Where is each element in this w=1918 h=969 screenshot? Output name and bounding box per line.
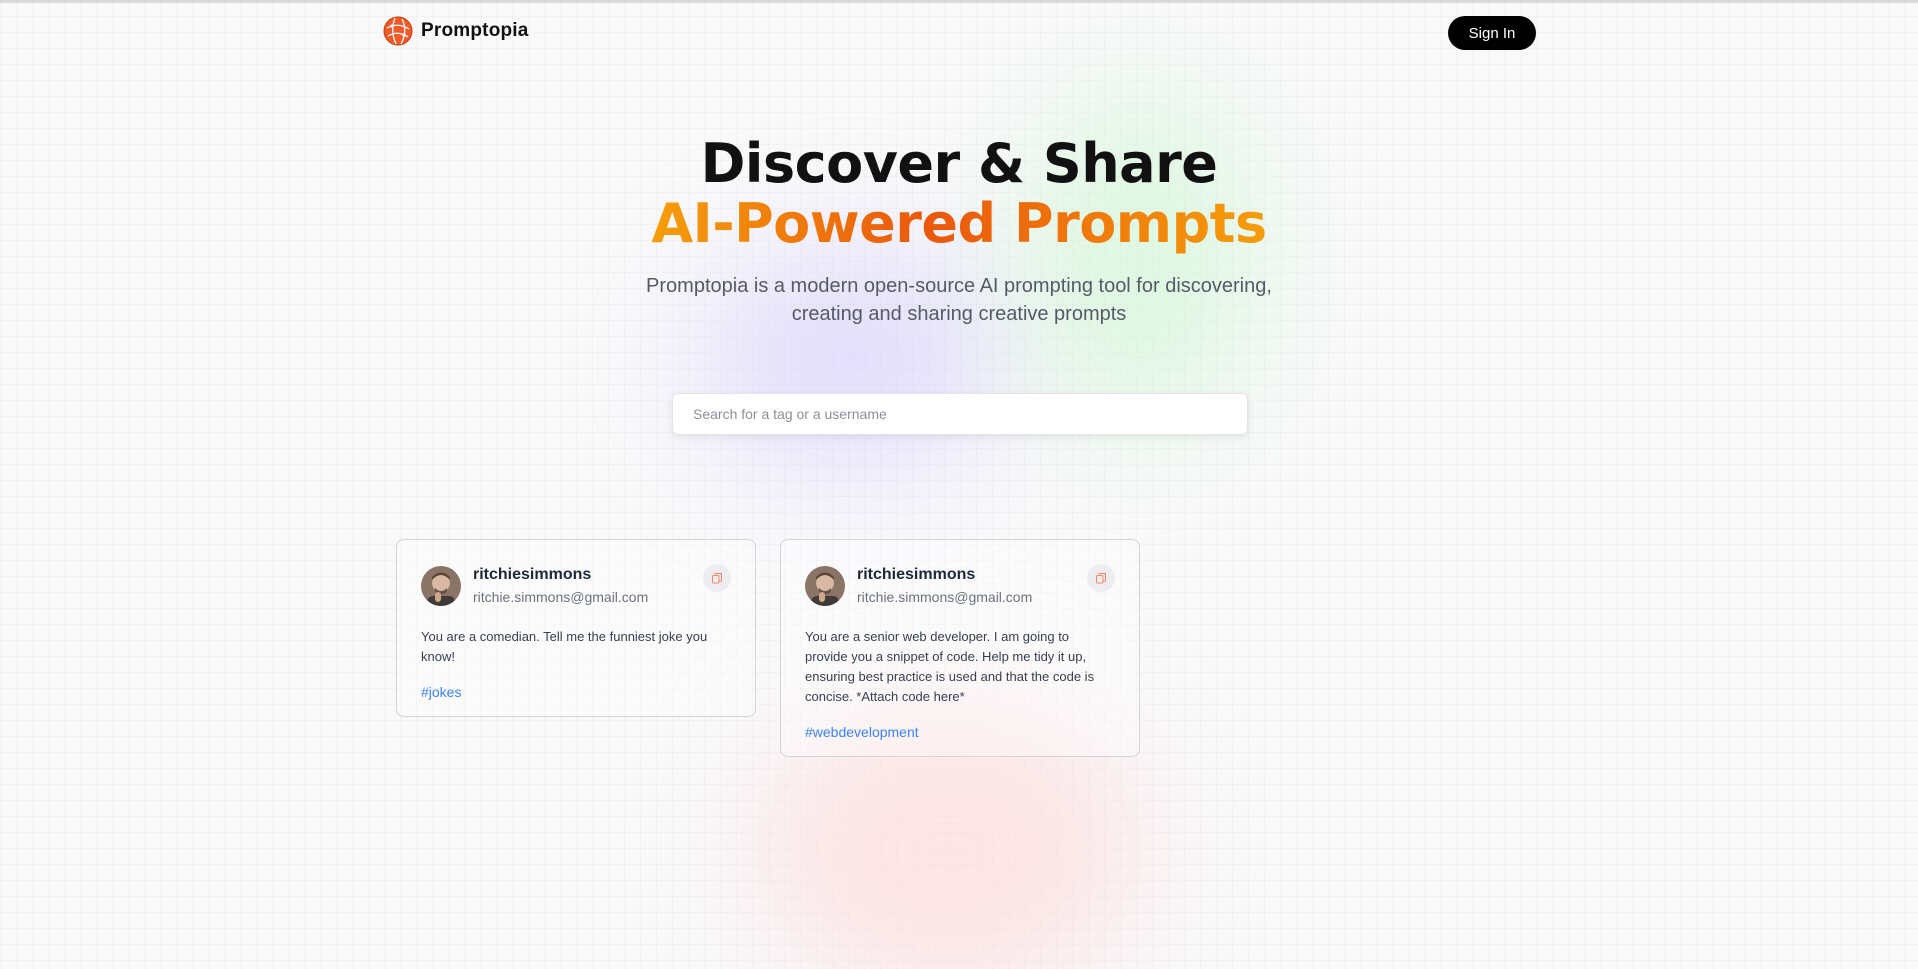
username: ritchiesimmons xyxy=(473,566,592,583)
logo-link[interactable]: Promptopia xyxy=(383,16,529,46)
hero: Discover & Share AI-Powered Prompts Prom… xyxy=(0,134,1918,328)
hero-title-line2: AI-Powered Prompts xyxy=(651,192,1267,255)
prompt-text: You are a senior web developer. I am goi… xyxy=(805,629,1095,704)
prompt-card: ritchiesimmons ritchie.simmons@gmail.com… xyxy=(396,539,756,717)
sign-in-button[interactable]: Sign In xyxy=(1448,16,1536,50)
avatar[interactable] xyxy=(805,566,845,606)
copy-icon xyxy=(712,573,722,584)
hero-subtitle-line2: creating and sharing creative prompts xyxy=(791,303,1127,325)
globe-logo-icon xyxy=(383,16,413,46)
prompt-card: ritchiesimmons ritchie.simmons@gmail.com… xyxy=(780,539,1140,757)
hero-title-line1: Discover & Share xyxy=(700,132,1218,195)
logo-text: Promptopia xyxy=(421,20,529,41)
search-input[interactable] xyxy=(672,393,1248,435)
avatar[interactable] xyxy=(421,566,461,606)
user-avatar xyxy=(805,566,845,606)
hero-subtitle: Promptopia is a modern open-source AI pr… xyxy=(0,272,1918,328)
prompt-text: You are a comedian. Tell me the funniest… xyxy=(421,629,708,664)
prompt-tag[interactable]: #jokes xyxy=(421,684,461,700)
copy-button[interactable] xyxy=(703,564,731,592)
prompt-card-header[interactable]: ritchiesimmons ritchie.simmons@gmail.com xyxy=(421,564,731,608)
navbar: Promptopia Sign In xyxy=(383,16,1536,50)
prompt-tag[interactable]: #webdevelopment xyxy=(805,724,919,740)
user-avatar xyxy=(421,566,461,606)
hero-subtitle-line1: Promptopia is a modern open-source AI pr… xyxy=(646,275,1272,297)
copy-icon xyxy=(1096,573,1106,584)
hero-heading: Discover & Share AI-Powered Prompts xyxy=(0,134,1918,254)
user-email: ritchie.simmons@gmail.com xyxy=(857,589,1033,605)
user-email: ritchie.simmons@gmail.com xyxy=(473,589,649,605)
copy-button[interactable] xyxy=(1087,564,1115,592)
prompt-card-header[interactable]: ritchiesimmons ritchie.simmons@gmail.com xyxy=(805,564,1115,608)
username: ritchiesimmons xyxy=(857,566,976,583)
